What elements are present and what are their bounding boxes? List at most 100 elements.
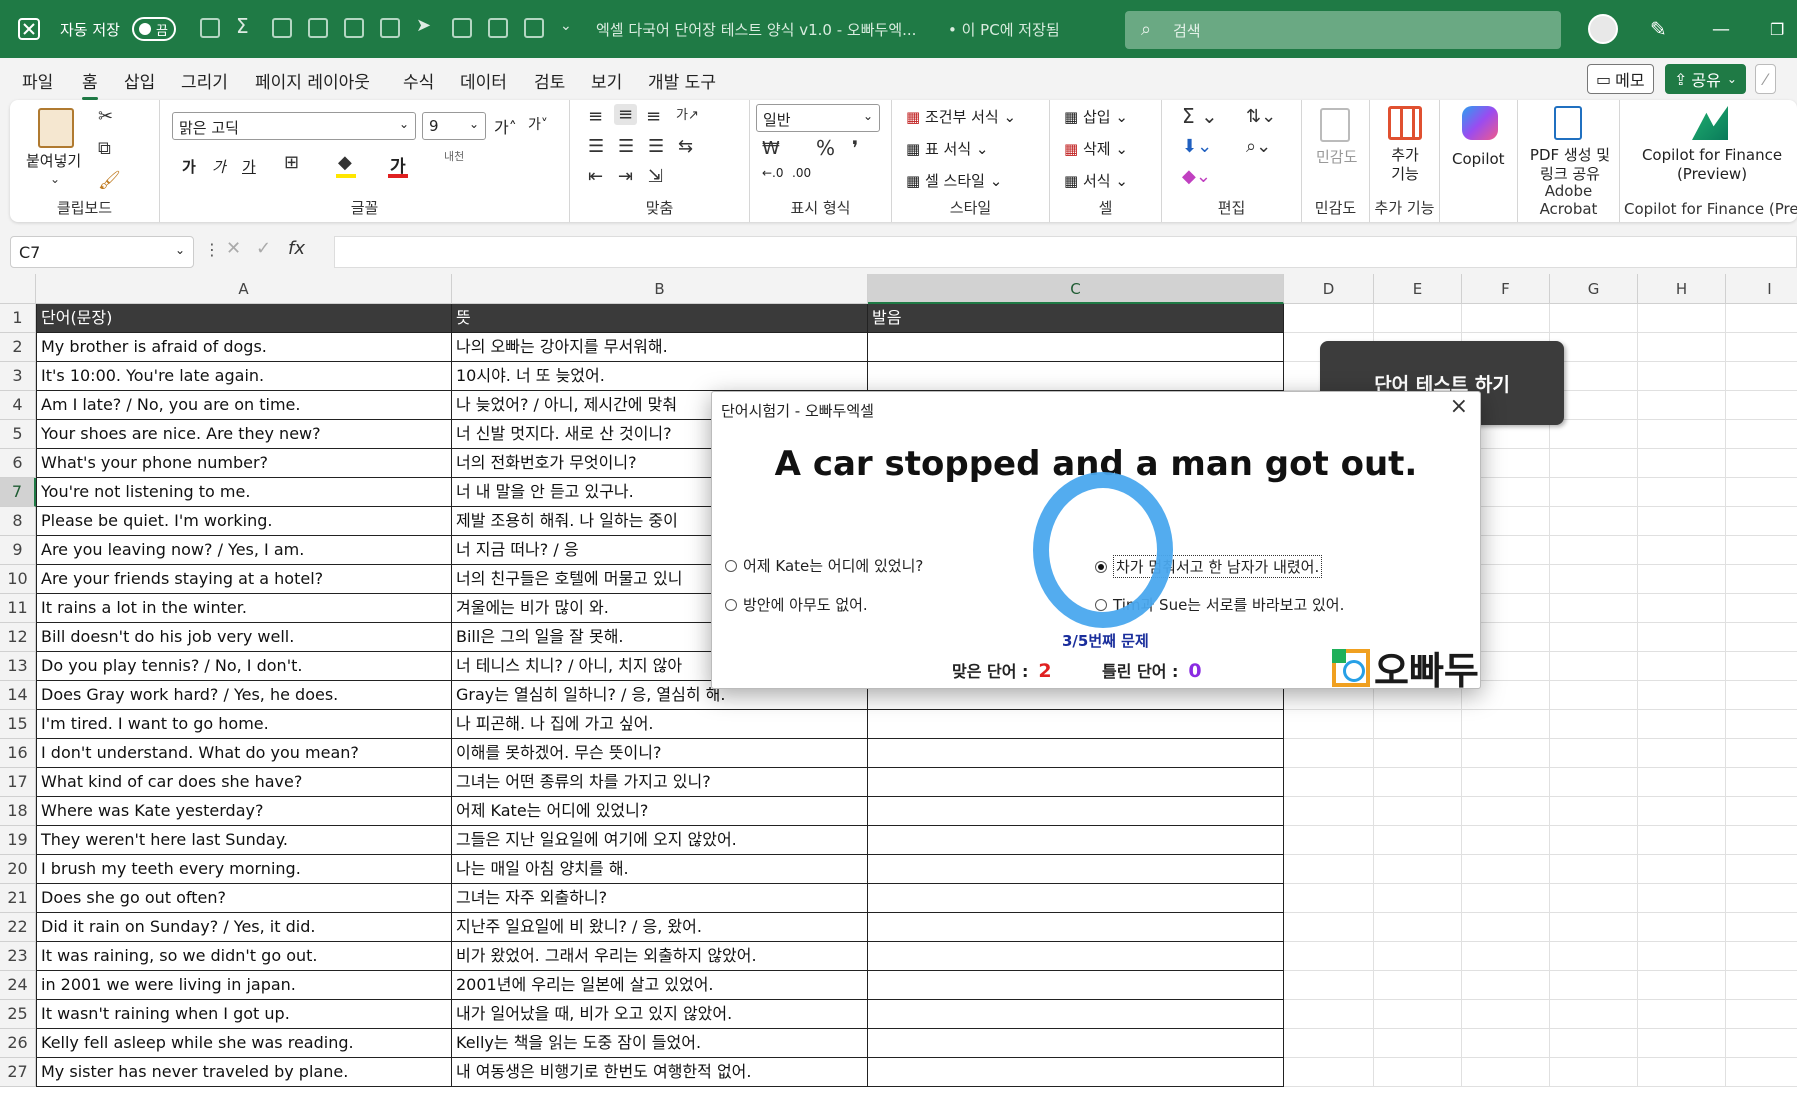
row-header[interactable]: 27	[0, 1058, 36, 1087]
empty-cell[interactable]	[1726, 304, 1797, 333]
empty-cell[interactable]	[1638, 971, 1726, 1000]
memo-button[interactable]: ▭ 메모	[1587, 64, 1654, 94]
empty-cell[interactable]	[1726, 942, 1797, 971]
shape-icon[interactable]	[272, 18, 292, 38]
empty-cell[interactable]	[1284, 1029, 1374, 1058]
table-cell[interactable]: What's your phone number?	[36, 449, 452, 478]
empty-cell[interactable]	[868, 1029, 1284, 1058]
row-header[interactable]: 3	[0, 362, 36, 391]
column-header-b[interactable]: B	[452, 274, 868, 304]
phonetic-icon[interactable]: 내천	[444, 148, 464, 164]
empty-cell[interactable]	[868, 913, 1284, 942]
table-cell[interactable]: Are your friends staying at a hotel?	[36, 565, 452, 594]
empty-cell[interactable]	[1726, 797, 1797, 826]
empty-cell[interactable]	[1726, 652, 1797, 681]
table-cell[interactable]: It's 10:00. You're late again.	[36, 362, 452, 391]
empty-cell[interactable]	[1462, 1000, 1550, 1029]
empty-cell[interactable]	[1638, 1058, 1726, 1087]
row-header[interactable]: 23	[0, 942, 36, 971]
empty-cell[interactable]	[1550, 913, 1638, 942]
empty-cell[interactable]	[1550, 797, 1638, 826]
table-cell[interactable]: 지난주 일요일에 비 왔니? / 응, 왔어.	[452, 913, 868, 942]
table-cell[interactable]: My brother is afraid of dogs.	[36, 333, 452, 362]
row-header[interactable]: 12	[0, 623, 36, 652]
empty-cell[interactable]	[1638, 942, 1726, 971]
row-header[interactable]: 9	[0, 536, 36, 565]
table-cell[interactable]: 나는 매일 아침 양치를 해.	[452, 855, 868, 884]
share-button[interactable]: ⇪ 공유 ⌄	[1665, 64, 1746, 94]
empty-cell[interactable]	[868, 333, 1284, 362]
underline-icon[interactable]: 가	[242, 156, 256, 177]
empty-cell[interactable]	[1550, 855, 1638, 884]
empty-cell[interactable]	[1284, 768, 1374, 797]
table-cell[interactable]: Does Gray work hard? / Yes, he does.	[36, 681, 452, 710]
empty-cell[interactable]	[1550, 768, 1638, 797]
empty-cell[interactable]	[1638, 449, 1726, 478]
empty-cell[interactable]	[1638, 623, 1726, 652]
table-cell[interactable]: Your shoes are nice. Are they new?	[36, 420, 452, 449]
empty-cell[interactable]	[1638, 739, 1726, 768]
table-cell[interactable]: I don't understand. What do you mean?	[36, 739, 452, 768]
empty-cell[interactable]	[1462, 797, 1550, 826]
empty-cell[interactable]	[1726, 913, 1797, 942]
empty-cell[interactable]	[1550, 942, 1638, 971]
row-header[interactable]: 21	[0, 884, 36, 913]
outdent-icon[interactable]: ⇤	[588, 166, 603, 187]
empty-cell[interactable]	[1462, 1058, 1550, 1087]
empty-cell[interactable]	[1374, 913, 1462, 942]
empty-cell[interactable]	[868, 768, 1284, 797]
bold-icon[interactable]: 가	[182, 156, 196, 177]
autosave-toggle[interactable]: 끔	[122, 0, 176, 58]
empty-cell[interactable]	[1638, 681, 1726, 710]
empty-cell[interactable]	[1638, 652, 1726, 681]
column-header-i[interactable]: I	[1726, 274, 1797, 304]
column-header-h[interactable]: H	[1638, 274, 1726, 304]
empty-cell[interactable]	[1374, 855, 1462, 884]
table-cell[interactable]: 그들은 지난 일요일에 여기에 오지 않았어.	[452, 826, 868, 855]
more-button[interactable]: ⁄	[1755, 64, 1776, 94]
header-cell[interactable]: 발음	[868, 304, 1284, 333]
decrease-font-icon[interactable]: 가˅	[528, 114, 548, 134]
empty-cell[interactable]	[1726, 826, 1797, 855]
cancel-icon[interactable]: ✕	[226, 238, 241, 259]
sort-filter-icon[interactable]: ⇅⌄	[1246, 106, 1276, 127]
empty-cell[interactable]	[1550, 1029, 1638, 1058]
image-icon[interactable]	[344, 18, 364, 38]
paste-label[interactable]: 붙여넣기	[26, 150, 81, 171]
table-cell[interactable]: Bill doesn't do his job very well.	[36, 623, 452, 652]
row-header[interactable]: 26	[0, 1029, 36, 1058]
empty-cell[interactable]	[1462, 304, 1550, 333]
insert-cells-button[interactable]: ▦ 삽입 ⌄	[1064, 106, 1128, 127]
row-header[interactable]: 25	[0, 1000, 36, 1029]
empty-cell[interactable]	[1550, 1058, 1638, 1087]
align-right-icon[interactable]: ☰	[648, 136, 664, 157]
table-cell[interactable]: I brush my teeth every morning.	[36, 855, 452, 884]
format-painter-icon[interactable]: 🖌	[98, 170, 121, 191]
column-header-c[interactable]: C	[868, 274, 1284, 304]
clear-icon[interactable]: ◆⌄	[1182, 166, 1211, 187]
empty-cell[interactable]	[1638, 478, 1726, 507]
empty-cell[interactable]	[1638, 391, 1726, 420]
row-header[interactable]: 8	[0, 507, 36, 536]
currency-icon[interactable]: ₩	[762, 138, 780, 159]
empty-cell[interactable]	[1638, 536, 1726, 565]
table-cell[interactable]: Kelly는 책을 읽는 도중 잠이 들었어.	[452, 1029, 868, 1058]
empty-cell[interactable]	[1550, 304, 1638, 333]
empty-cell[interactable]	[1374, 884, 1462, 913]
select-all-corner[interactable]	[0, 274, 36, 304]
empty-cell[interactable]	[1550, 594, 1638, 623]
minimize-icon[interactable]: —	[1712, 0, 1730, 58]
empty-cell[interactable]	[1550, 652, 1638, 681]
empty-cell[interactable]	[1550, 565, 1638, 594]
empty-cell[interactable]	[1638, 797, 1726, 826]
empty-cell[interactable]	[1374, 768, 1462, 797]
empty-cell[interactable]	[1726, 681, 1797, 710]
empty-cell[interactable]	[868, 739, 1284, 768]
percent-icon[interactable]: %	[816, 136, 835, 160]
sensitivity-button[interactable]: 민감도	[1316, 146, 1357, 167]
menu-formulas[interactable]: 수식	[403, 68, 434, 93]
insert-function-icon[interactable]: fx	[288, 238, 305, 259]
empty-cell[interactable]	[1284, 1000, 1374, 1029]
autosum-icon[interactable]: Σ ⌄	[1182, 104, 1218, 128]
empty-cell[interactable]	[1462, 942, 1550, 971]
